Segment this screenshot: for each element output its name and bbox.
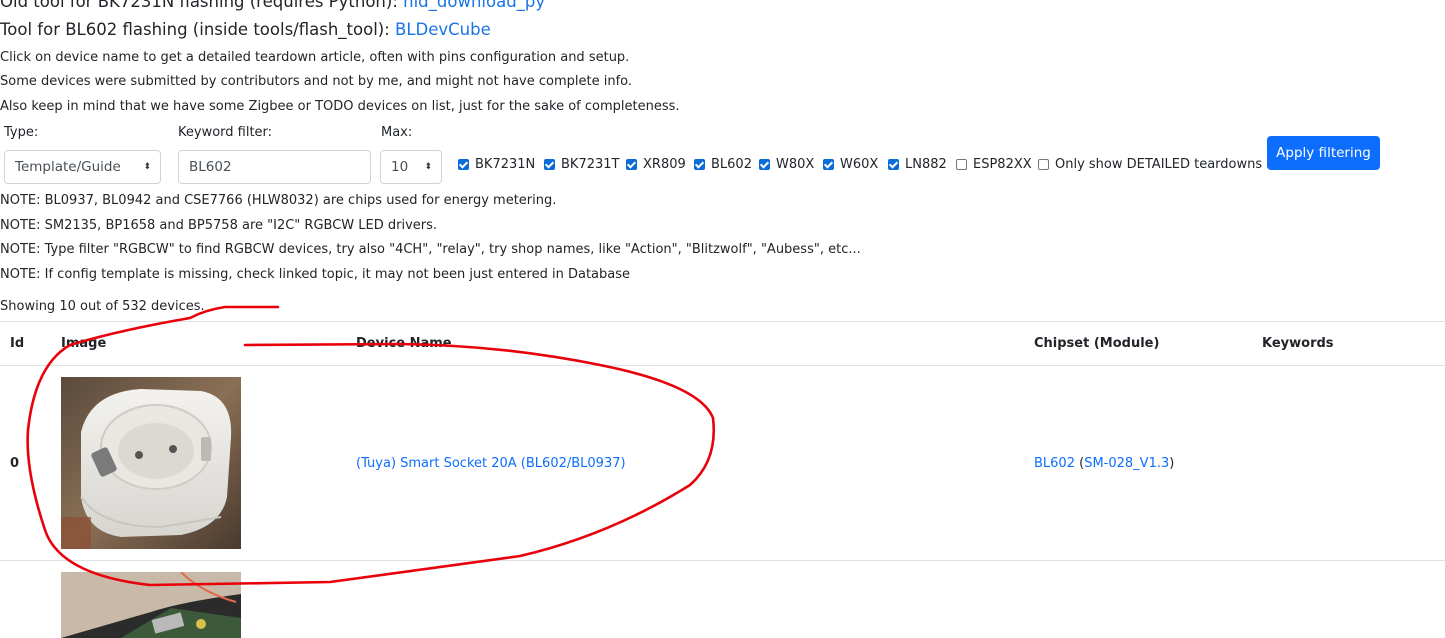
note-type-filter: NOTE: Type filter "RGBCW" to find RGBCW … (0, 242, 861, 257)
max-select[interactable]: 10 ⬍ (380, 150, 442, 184)
type-select[interactable]: Template/Guide ⬍ (4, 150, 161, 184)
apply-filtering-button[interactable]: Apply filtering (1267, 136, 1380, 170)
circuit-board-photo (61, 572, 241, 638)
old-tool-line: Old tool for BK7231N flashing (requires … (0, 0, 545, 11)
checkbox-detailed-only[interactable]: Only show DETAILED teardowns (1038, 157, 1262, 172)
checkbox-bk7231t[interactable]: BK7231T (544, 157, 619, 172)
module-open-paren: ( (1074, 456, 1085, 471)
type-select-value: Template/Guide (15, 159, 121, 175)
checkbox-esp82xx[interactable]: ESP82XX (956, 157, 1032, 172)
device-name-link[interactable]: (Tuya) Smart Socket 20A (BL602/BL0937) (356, 456, 626, 471)
checkbox-icon[interactable] (694, 159, 705, 170)
checkbox-bl602[interactable]: BL602 (694, 157, 752, 172)
checkbox-icon[interactable] (956, 159, 967, 170)
checkbox-label: LN882 (905, 157, 947, 172)
checkbox-icon[interactable] (823, 159, 834, 170)
checkbox-icon[interactable] (759, 159, 770, 170)
table-top-border (0, 321, 1445, 322)
keyword-label: Keyword filter: (178, 125, 273, 140)
device-image-smart-socket[interactable] (61, 377, 241, 549)
note-led-drivers: NOTE: SM2135, BP1658 and BP5758 are "I2C… (0, 218, 438, 233)
checkbox-xr809[interactable]: XR809 (626, 157, 686, 172)
checkbox-ln882[interactable]: LN882 (888, 157, 947, 172)
device-image-second[interactable] (61, 572, 241, 638)
column-header-id: Id (10, 336, 25, 351)
row-id: 0 (10, 456, 20, 471)
checkbox-w60x[interactable]: W60X (823, 157, 878, 172)
checkbox-icon[interactable] (458, 159, 469, 170)
checkbox-icon[interactable] (1038, 159, 1049, 170)
checkbox-label: XR809 (643, 157, 686, 172)
note-energy-metering: NOTE: BL0937, BL0942 and CSE7766 (HLW803… (0, 193, 557, 208)
chipset-link[interactable]: BL602 (1034, 456, 1075, 471)
column-header-device-name: Device Name (356, 336, 452, 351)
bldevcube-link[interactable]: BLDevCube (395, 20, 491, 39)
checkbox-label: BK7231T (561, 157, 620, 172)
module-close-paren: ) (1169, 456, 1175, 471)
note-config-template: NOTE: If config template is missing, che… (0, 267, 631, 282)
smart-socket-photo (61, 377, 241, 549)
checkbox-label: BK7231N (475, 157, 536, 172)
column-header-chipset: Chipset (Module) (1034, 336, 1160, 351)
bl602-tool-line: Tool for BL602 flashing (inside tools/fl… (0, 20, 491, 39)
max-label: Max: (381, 125, 413, 140)
checkbox-label: W80X (776, 157, 815, 172)
checkbox-w80x[interactable]: W80X (759, 157, 814, 172)
column-header-image: Image (61, 336, 107, 351)
bl602-tool-text: Tool for BL602 flashing (inside tools/fl… (0, 20, 396, 39)
checkbox-icon[interactable] (626, 159, 637, 170)
max-select-value: 10 (391, 159, 409, 175)
table-header-border (0, 365, 1445, 366)
checkbox-label: W60X (840, 157, 879, 172)
showing-count: Showing 10 out of 532 devices. (0, 299, 205, 314)
old-tool-text: Old tool for BK7231N flashing (requires … (0, 0, 404, 11)
keyword-input[interactable] (178, 150, 371, 184)
checkbox-label: Only show DETAILED teardowns (1055, 157, 1263, 172)
intro-line-2: Some devices were submitted by contribut… (0, 74, 632, 89)
row-border (0, 560, 1445, 561)
updown-arrow-icon: ⬍ (143, 162, 151, 172)
intro-line-1: Click on device name to get a detailed t… (0, 50, 630, 65)
intro-line-3: Also keep in mind that we have some Zigb… (0, 99, 680, 114)
checkbox-label: ESP82XX (973, 157, 1032, 172)
checkbox-bk7231n[interactable]: BK7231N (458, 157, 535, 172)
checkbox-icon[interactable] (544, 159, 555, 170)
hid-download-link[interactable]: hid_download_py (403, 0, 545, 11)
updown-arrow-icon: ⬍ (424, 162, 432, 172)
type-label: Type: (4, 125, 39, 140)
device-name[interactable]: (Tuya) Smart Socket 20A (BL602/BL0937) (356, 456, 626, 471)
module-link[interactable]: SM-028_V1.3 (1084, 456, 1169, 471)
column-header-keywords: Keywords (1262, 336, 1334, 351)
checkbox-icon[interactable] (888, 159, 899, 170)
checkbox-label: BL602 (711, 157, 752, 172)
chipset-cell: BL602 (SM-028_V1.3) (1034, 456, 1174, 471)
